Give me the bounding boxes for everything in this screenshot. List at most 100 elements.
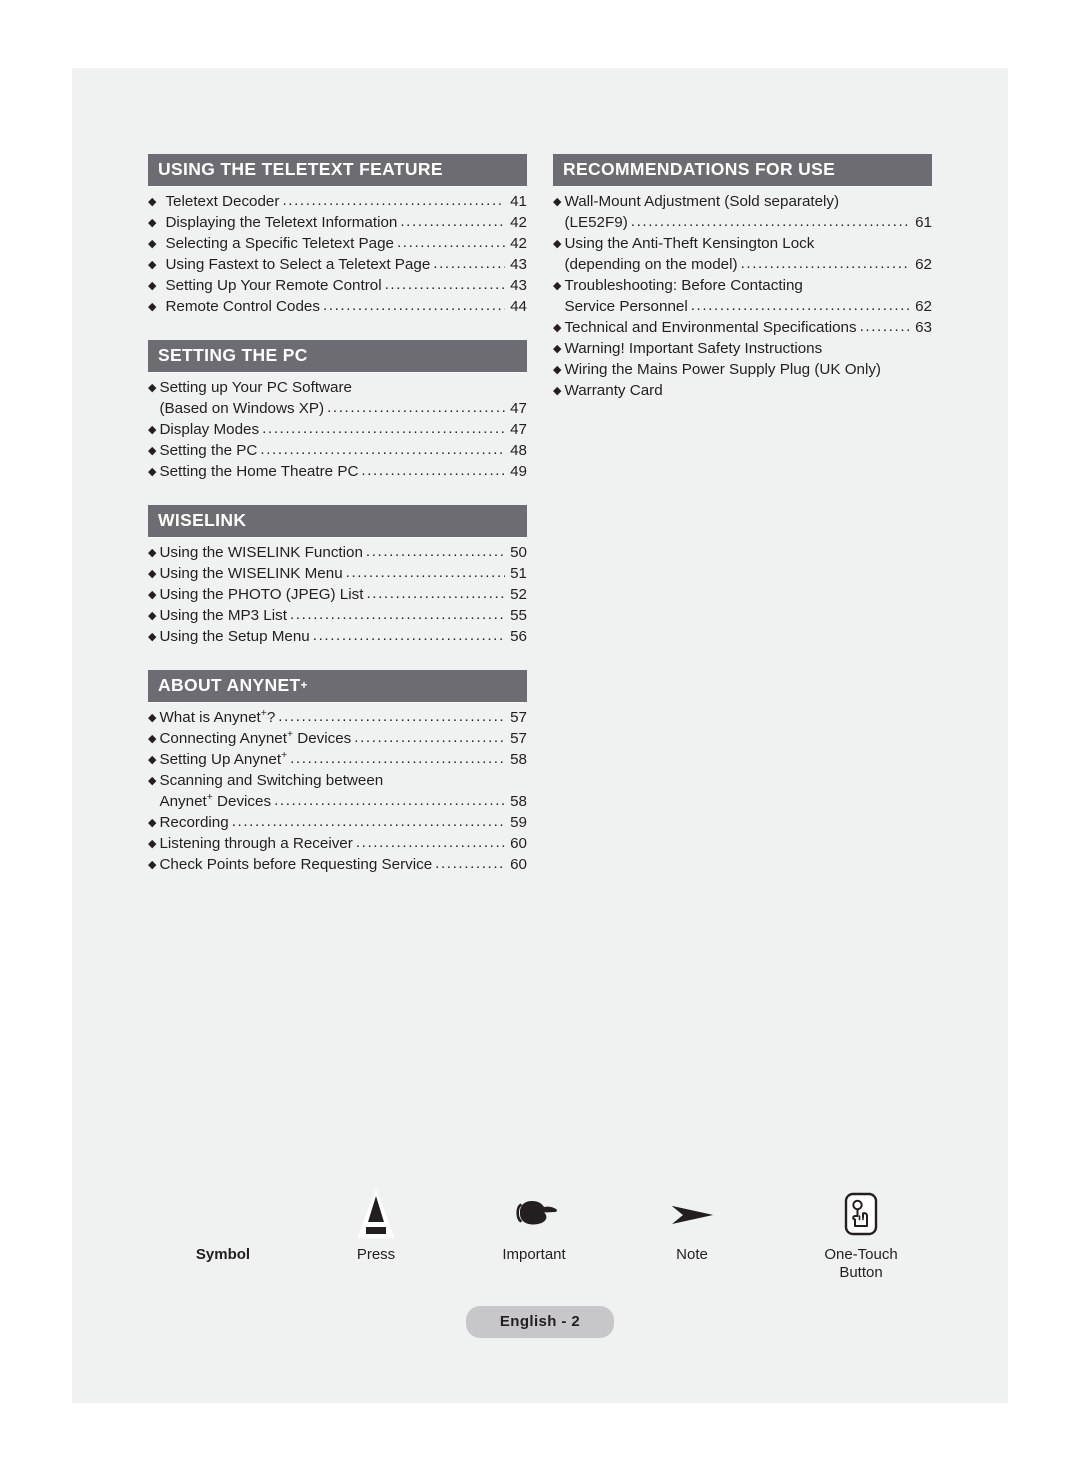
toc-entry[interactable]: ◆ Using Fastext to Select a Teletext Page… [148,255,527,276]
diamond-bullet-icon: ◆ [148,382,157,394]
toc-entry[interactable]: ◆ Technical and Environmental Specificati… [553,318,932,339]
toc-entry[interactable]: ◆What is Anynet+? 57 [148,708,527,729]
diamond-bullet-icon: ◆ [148,424,157,436]
dot-leader [290,605,505,625]
press-triangle-icon [316,1188,436,1240]
toc-entry[interactable]: ◆ Wiring the Mains Power Supply Plug (UK … [553,360,932,381]
superscript-plus: + [286,728,294,740]
dot-leader [631,212,910,232]
toc-entry[interactable]: ◆Anynet+ Devices58 [148,792,527,813]
toc-entry-label: Using the WISELINK Menu [159,565,343,582]
toc-entry-page-number: 48 [510,442,527,459]
dot-leader [282,191,505,211]
toc-entry[interactable]: ◆ Wall-Mount Adjustment (Sold separately) [553,192,932,213]
toc-entry-label: (depending on the model) [564,256,738,273]
toc-entry[interactable]: ◆Using the WISELINK Function 50 [148,543,527,564]
toc-entry[interactable]: ◆ Displaying the Teletext Information 42 [148,213,527,234]
toc-entry-page-number: 60 [510,835,527,852]
toc-entry-page-number: 57 [510,730,527,747]
toc-entry[interactable]: ◆ Remote Control Codes 44 [148,297,527,318]
toc-entry[interactable]: ◆Check Points before Requesting Service 6… [148,855,527,876]
toc-section: WISELINK◆Using the WISELINK Function50◆U… [148,505,527,648]
toc-entry[interactable]: ◆Using the Setup Menu 56 [148,627,527,648]
toc-entry-label: (Based on Windows XP) [159,400,325,417]
diamond-bullet-icon: ◆ [148,733,157,745]
toc-entry[interactable]: ◆Setting the Home Theatre PC 49 [148,462,527,483]
toc-entry[interactable]: ◆ Scanning and Switching between [148,771,527,792]
dot-leader [354,728,505,748]
toc-entry[interactable]: ◆ Selecting a Specific Teletext Page 42 [148,234,527,255]
legend-symbol-label: Symbol [195,1246,251,1263]
toc-entry[interactable]: ◆Using the MP3 List 55 [148,606,527,627]
dot-leader [356,833,505,853]
diamond-bullet-icon: ◆ [148,547,157,559]
toc-entry[interactable]: ◆Setting Up Anynet+ 58 [148,750,527,771]
toc-entry[interactable]: ◆ Setting Up Your Remote Control 43 [148,276,527,297]
toc-entry[interactable]: ◆ Warning! Important Safety Instructions [553,339,932,360]
dot-leader [323,296,505,316]
toc-entry[interactable]: ◆ Warranty Card [553,381,932,402]
legend-cell-one-touch: One-Touch Button [790,1188,932,1282]
toc-entry[interactable]: ◆Listening through a Receiver 60 [148,834,527,855]
toc-entry-label: Setting up Your PC Software [159,379,352,396]
diamond-bullet-icon: ◆ [553,280,562,292]
toc-entry-label: Display Modes [159,421,260,438]
toc-entry[interactable]: ◆ Teletext Decoder 41 [148,192,527,213]
toc-entry-label: Displaying the Teletext Information [165,214,398,231]
toc-section: ABOUT ANYNET+◆What is Anynet+?57◆Connect… [148,670,527,876]
toc-entry-page-number: 56 [510,628,527,645]
dot-leader [346,563,505,583]
toc-entry[interactable]: ◆(LE52F9)61 [553,213,932,234]
toc-entry[interactable]: ◆Using the PHOTO (JPEG) List 52 [148,585,527,606]
diamond-bullet-icon: ◆ [148,610,157,622]
toc-entry-page-number: 47 [510,421,527,438]
toc-entry[interactable]: ◆ Setting up Your PC Software [148,378,527,399]
toc-entry-label: Check Points before Requesting Service [159,856,433,873]
legend-cell-important: Important [474,1188,594,1264]
page-footer: English - 2 [72,1306,1008,1338]
diamond-bullet-icon: ◆ [553,196,562,208]
toc-section-header: WISELINK [148,505,527,537]
toc-entry[interactable]: ◆Connecting Anynet+ Devices 57 [148,729,527,750]
toc-entry[interactable]: ◆ Troubleshooting: Before Contacting [553,276,932,297]
toc-entry-label: Using the Setup Menu [159,628,310,645]
toc-entry-label: Scanning and Switching between [159,772,384,789]
toc-entry-list: ◆ Teletext Decoder 41 ◆ Displaying the Telet… [148,186,527,318]
legend-cell-press: Press [316,1188,436,1264]
diamond-bullet-icon: ◆ [148,445,157,457]
toc-entry-page-number: 43 [510,277,527,294]
toc-entry-label: Selecting a Specific Teletext Page [165,235,394,252]
toc-entry[interactable]: ◆Service Personnel62 [553,297,932,318]
toc-entry-page-number: 42 [510,235,527,252]
toc-section: USING THE TELETEXT FEATURE ◆ Teletext Deco… [148,154,527,318]
dot-leader [278,707,505,727]
diamond-bullet-icon: ◆ [148,754,157,766]
toc-entry[interactable]: ◆ Using the Anti-Theft Kensington Lock [553,234,932,255]
diamond-bullet-icon: ◆ [553,238,562,250]
toc-entry-label: Listening through a Receiver [159,835,353,852]
toc-entry[interactable]: ◆Display Modes 47 [148,420,527,441]
diamond-bullet-icon: ◆ [148,817,157,829]
dot-leader [232,812,505,832]
toc-entry-label: Connecting Anynet+ Devices [159,728,352,747]
toc-entry[interactable]: ◆Recording 59 [148,813,527,834]
toc-section: RECOMMENDATIONS FOR USE ◆ Wall-Mount Adjus… [553,154,932,402]
diamond-bullet-icon: ◆ [148,466,157,478]
toc-entry[interactable]: ◆(depending on the model)62 [553,255,932,276]
toc-entry-list: ◆Setting up Your PC Software◆(Based on W… [148,372,527,483]
legend-important-label: Important [502,1246,566,1263]
dot-leader [860,317,910,337]
toc-entry-label: Technical and Environmental Specificatio… [564,319,857,336]
toc-section-header: USING THE TELETEXT FEATURE [148,154,527,186]
toc-entry[interactable]: ◆Using the WISELINK Menu 51 [148,564,527,585]
toc-entry-label: Warning! Important Safety Instructions [564,340,823,357]
toc-entry[interactable]: ◆(Based on Windows XP)47 [148,399,527,420]
toc-entry[interactable]: ◆Setting the PC 48 [148,441,527,462]
diamond-bullet-icon: ◆ [148,217,157,229]
symbol-legend: Symbol Press Important Note One-Touch Bu… [148,1188,932,1298]
toc-entry-label: (LE52F9) [564,214,628,231]
toc-entry-label: Remote Control Codes [165,298,320,315]
diamond-bullet-icon: ◆ [148,589,157,601]
dot-leader [260,440,505,460]
superscript-plus: + [260,707,267,719]
